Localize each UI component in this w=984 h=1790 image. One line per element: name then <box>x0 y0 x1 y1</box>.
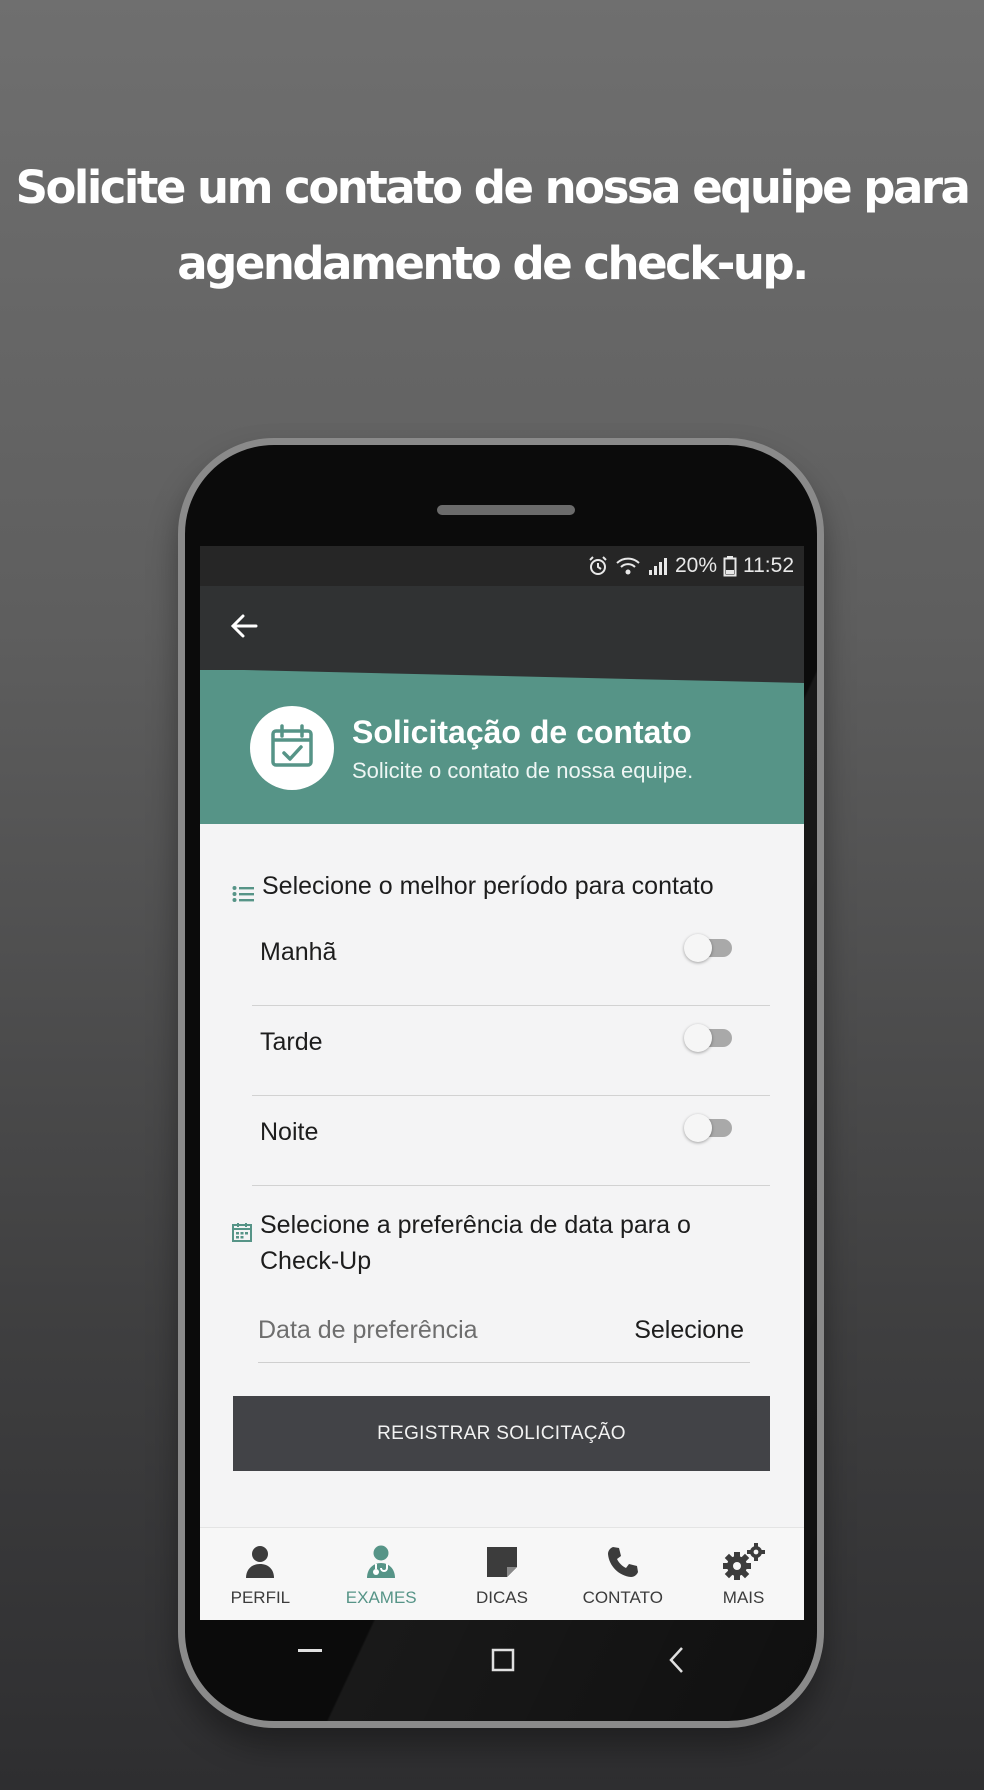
date-preference-field[interactable]: Data de preferência Selecione <box>258 1304 750 1363</box>
headline-line-1: Solicite um contato de nossa equipe para <box>15 161 971 214</box>
headline-line-2: agendamento de check-up. <box>177 237 809 290</box>
header-title: Solicitação de contato <box>352 714 692 750</box>
date-section-title: Selecione a preferência de data para o C… <box>232 1207 691 1279</box>
period-section-label: Selecione o melhor período para contato <box>262 872 714 900</box>
tab-exames[interactable]: EXAMES <box>321 1528 442 1620</box>
system-back-button[interactable] <box>655 1640 699 1684</box>
date-placeholder: Data de preferência <box>258 1316 478 1344</box>
wifi-icon <box>615 555 641 577</box>
option-label: Manhã <box>260 938 337 966</box>
calendar-check-icon <box>269 723 315 774</box>
app-bar <box>200 586 804 670</box>
clock: 11:52 <box>743 554 794 577</box>
chevron-left-icon <box>666 1646 688 1679</box>
screen-header: Solicitação de contato Solicite o contat… <box>200 669 804 824</box>
option-label: Tarde <box>260 1028 323 1056</box>
date-select-button[interactable]: Selecione <box>634 1316 744 1345</box>
home-button[interactable] <box>481 1640 525 1684</box>
date-section-label: Selecione a preferência de data para o C… <box>260 1207 691 1279</box>
list-icon <box>232 868 254 913</box>
period-option-afternoon: Tarde <box>252 1006 770 1096</box>
signal-icon <box>647 556 669 576</box>
period-option-night: Noite <box>252 1096 770 1186</box>
battery-percent: 20% <box>674 554 717 577</box>
tab-contato[interactable]: CONTATO <box>562 1528 683 1620</box>
date-title-line-1: Selecione a preferência de data para o <box>260 1211 691 1239</box>
home-square-icon <box>491 1648 515 1677</box>
afternoon-toggle[interactable] <box>684 1022 734 1052</box>
note-icon <box>485 1542 519 1582</box>
date-title-line-2: Check-Up <box>260 1247 372 1275</box>
night-toggle[interactable] <box>684 1112 734 1142</box>
person-icon <box>244 1542 276 1582</box>
tab-label: MAIS <box>722 1588 765 1607</box>
header-icon-circle <box>250 706 334 790</box>
doctor-icon <box>365 1542 397 1582</box>
header-slant <box>200 669 804 683</box>
tab-label: DICAS <box>476 1588 528 1607</box>
morning-toggle[interactable] <box>684 932 734 962</box>
battery-icon <box>723 555 737 577</box>
submit-request-button[interactable]: REGISTRAR SOLICITAÇÃO <box>233 1396 770 1471</box>
phone-speaker <box>437 505 575 515</box>
period-section-title: Selecione o melhor período para contato <box>232 868 714 913</box>
tab-mais[interactable]: MAIS <box>683 1528 804 1620</box>
option-label: Noite <box>260 1118 319 1146</box>
status-bar: 20% 11:52 <box>200 546 804 586</box>
phone-icon <box>606 1542 640 1582</box>
recents-icon <box>297 1647 323 1678</box>
tab-dicas[interactable]: DICAS <box>442 1528 563 1620</box>
android-nav-bar <box>200 1622 804 1702</box>
arrow-left-icon <box>229 611 259 646</box>
tab-label: EXAMES <box>345 1588 417 1607</box>
tab-label: PERFIL <box>230 1588 291 1607</box>
alarm-icon <box>587 555 609 577</box>
calendar-icon <box>232 1207 252 1252</box>
tab-perfil[interactable]: PERFIL <box>200 1528 321 1620</box>
bottom-tab-bar: PERFIL EXAMES DICAS CONTATO MAIS <box>200 1527 804 1620</box>
gears-icon <box>722 1542 766 1582</box>
tab-label: CONTATO <box>582 1588 663 1607</box>
period-option-morning: Manhã <box>252 916 770 1006</box>
header-subtitle: Solicite o contato de nossa equipe. <box>352 758 694 783</box>
back-button[interactable] <box>222 606 266 650</box>
app-screen: 20% 11:52 Solicitação de contato Solicit… <box>200 546 804 1620</box>
recents-button[interactable] <box>288 1640 332 1684</box>
promo-headline: Solicite um contato de nossa equipe para… <box>0 150 984 302</box>
